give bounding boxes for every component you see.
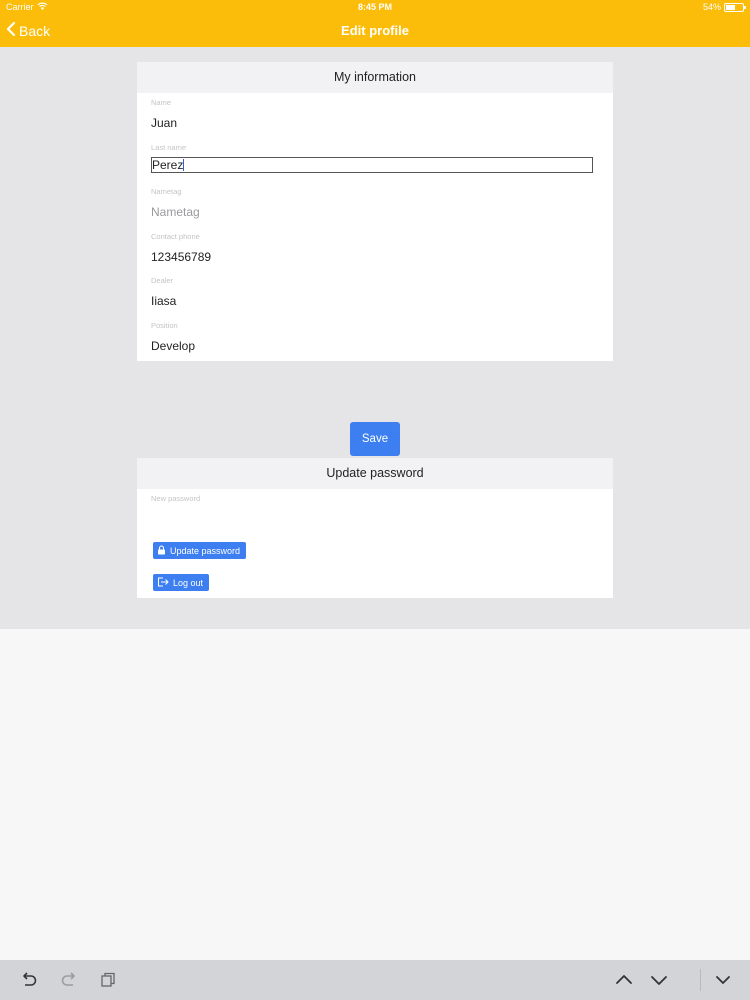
keyboard-dismiss-icon[interactable] [713,970,733,990]
name-label: Name [151,98,172,107]
chevron-down-icon[interactable] [649,970,669,990]
page-title: Edit profile [341,23,409,38]
last-name-field[interactable]: Last name Perez [137,138,613,183]
position-field[interactable]: Position Develop [137,316,613,361]
update-password-header: Update password [137,458,613,489]
main-content: My information Name Juan Last name Perez… [0,47,750,629]
name-field[interactable]: Name Juan [137,93,613,138]
dealer-label: Dealer [151,276,174,286]
status-bar: Carrier 8:45 PM 54% [0,0,750,15]
logout-button[interactable]: Log out [153,574,210,591]
contact-phone-label: Contact phone [151,231,200,241]
nametag-label: Nametag [151,187,182,197]
update-password-label: Update password [170,545,241,556]
contact-phone-field[interactable]: Contact phone 123456789 [137,227,613,272]
my-information-card: My information Name Juan Last name Perez… [137,62,613,361]
redo-icon[interactable] [59,970,79,990]
logout-label: Log out [173,577,204,588]
dealer-value[interactable]: Iiasa [151,294,176,308]
contact-phone-value[interactable]: 123456789 [151,250,211,264]
dealer-field[interactable]: Dealer Iiasa [137,271,613,316]
last-name-label: Last name [151,142,187,152]
toolbar-divider [700,969,701,991]
last-name-input[interactable]: Perez [151,156,593,173]
update-password-card: Update password New password Update pass… [137,458,613,598]
navigation-bar: Back Edit profile [0,15,750,47]
keyboard-toolbar [0,960,750,1000]
chevron-up-icon[interactable] [614,970,634,990]
top-bar: Carrier 8:45 PM 54% Back Edit profile [0,0,750,47]
last-name-value: Perez [152,157,184,172]
battery-percent: 54% [702,2,721,12]
my-information-header: My information [137,62,613,93]
nametag-field[interactable]: Nametag Nametag [137,182,613,227]
status-time: 8:45 PM [357,2,392,12]
new-password-label: New password [151,494,201,503]
battery-fill [726,4,735,10]
new-password-field[interactable]: New password [137,489,613,539]
position-label: Position [151,320,178,330]
undo-icon[interactable] [19,970,39,990]
clipboard-icon[interactable] [98,970,118,990]
save-button[interactable]: Save [350,422,400,456]
battery-status: 54% [702,2,746,12]
name-value[interactable]: Juan [151,116,177,130]
update-password-button[interactable]: Update password [153,542,247,559]
nametag-input[interactable]: Nametag [151,205,200,219]
text-caret [183,158,185,171]
lock-icon [157,544,166,557]
position-value[interactable]: Develop [151,339,195,353]
logout-icon [157,577,169,589]
battery-icon [724,2,746,12]
